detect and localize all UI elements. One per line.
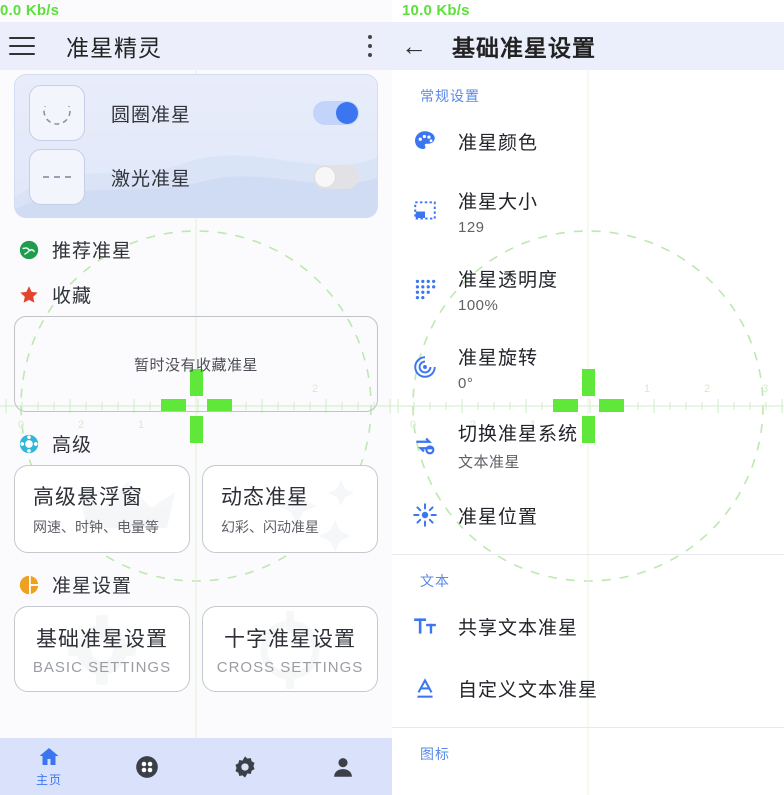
- letter-a-icon: [392, 675, 458, 701]
- home-icon: [39, 748, 59, 765]
- setting-row-crosshair-rotation[interactable]: 准星旋转 0°: [392, 328, 784, 406]
- group-divider: [392, 727, 784, 728]
- swap-arrows-icon: [392, 432, 458, 458]
- setting-row-crosshair-opacity[interactable]: 准星透明度 100%: [392, 250, 784, 328]
- favorites-empty-card: 暂时没有收藏准星: [14, 316, 378, 412]
- right-pane-basic-settings: 10.0 Kb/s ← 基础准星设置 0 2 1 1 2 3 常规设置 准星颜色…: [392, 0, 784, 795]
- card-title: 基础准星设置: [36, 627, 168, 651]
- person-icon: [334, 757, 352, 777]
- section-label-advanced: 高级: [52, 435, 93, 456]
- gear-icon: [235, 755, 255, 778]
- dual-pane-screenshot: 0.0 Kb/s 准星精灵 0 2 1 2 圆圈准星 激光准星 推荐准星 收藏 …: [0, 0, 784, 795]
- setting-title: 准星颜色: [458, 132, 539, 154]
- card-subtitle: 幻彩、闪动准星: [221, 519, 319, 535]
- setting-row-crosshair-size[interactable]: 准星大小 129: [392, 172, 784, 250]
- advanced-cards-row: 高级悬浮窗 网速、时钟、电量等 动态准星 幻彩、闪动准星: [14, 465, 378, 553]
- left-scroll-content: 圆圈准星 激光准星 推荐准星 收藏 暂时没有收藏准星 高级 高级悬浮窗 网速、时…: [0, 70, 392, 795]
- card-title: 动态准星: [221, 486, 309, 509]
- dashed-line-icon: [29, 149, 85, 205]
- game-disc-icon: [136, 755, 158, 778]
- section-label-crosshair-settings: 准星设置: [52, 576, 133, 597]
- card-subtitle: 网速、时钟、电量等: [33, 519, 159, 535]
- setting-title: 准星透明度: [458, 269, 559, 291]
- setting-row-switch-system[interactable]: 切换准星系统 文本准星: [392, 406, 784, 484]
- right-app-bar: ← 基础准星设置: [392, 22, 784, 70]
- settings-cards-row: 基础准星设置 BASIC SETTINGS 十字准星设置 CROSS SETTI…: [14, 606, 378, 692]
- setting-title: 准星旋转: [458, 347, 539, 369]
- setting-value: 100%: [458, 296, 499, 314]
- group-label-general: 常规设置: [420, 88, 480, 104]
- nav-item-profile[interactable]: [294, 754, 392, 780]
- nav-label-home: 主页: [35, 773, 62, 787]
- network-speed-right: 10.0 Kb/s: [402, 2, 470, 19]
- kebab-menu-icon[interactable]: [348, 24, 392, 68]
- dot-grid-icon: [392, 276, 458, 302]
- card-title: 高级悬浮窗: [33, 486, 143, 509]
- preset-row-laser[interactable]: 激光准星: [15, 145, 377, 209]
- palette-icon: [392, 128, 458, 154]
- page-title: 基础准星设置: [452, 35, 596, 61]
- section-advanced[interactable]: 高级: [18, 430, 392, 457]
- setting-title: 切换准星系统: [458, 423, 579, 445]
- sunburst-icon: [392, 502, 458, 528]
- section-favorites[interactable]: 收藏: [18, 281, 392, 308]
- nav-item-home[interactable]: 主页: [0, 745, 98, 788]
- setting-row-crosshair-color[interactable]: 准星颜色: [392, 110, 784, 172]
- left-pane-home: 0.0 Kb/s 准星精灵 0 2 1 2 圆圈准星 激光准星 推荐准星 收藏 …: [0, 0, 392, 795]
- card-basic-settings[interactable]: 基础准星设置 BASIC SETTINGS: [14, 606, 190, 692]
- setting-title: 共享文本准星: [458, 617, 579, 639]
- card-title: 十字准星设置: [224, 627, 356, 651]
- left-app-bar: 准星精灵: [0, 22, 392, 70]
- setting-value: 文本准星: [458, 453, 521, 471]
- card-dynamic-crosshair[interactable]: 动态准星 幻彩、闪动准星: [202, 465, 378, 553]
- preset-label-circle: 圆圈准星: [111, 104, 192, 126]
- preset-row-circle[interactable]: 圆圈准星: [15, 81, 377, 145]
- bottom-navigation-bar: 主页: [0, 738, 392, 795]
- advanced-control-icon: [19, 434, 39, 453]
- nav-item-games[interactable]: [98, 754, 196, 780]
- hamburger-menu-icon[interactable]: [0, 24, 44, 68]
- star-icon: [20, 285, 38, 303]
- setting-title: 准星位置: [458, 506, 539, 528]
- preset-label-laser: 激光准星: [111, 168, 192, 190]
- group-label-icon: 图标: [420, 746, 450, 762]
- globe-icon: [19, 240, 39, 259]
- card-cross-settings[interactable]: 十字准星设置 CROSS SETTINGS: [202, 606, 378, 692]
- card-subtitle: BASIC SETTINGS: [32, 658, 172, 676]
- section-label-recommended: 推荐准星: [52, 241, 133, 262]
- page-title: 准星精灵: [66, 35, 162, 61]
- setting-value: 0°: [458, 374, 474, 392]
- section-crosshair-settings[interactable]: 准星设置: [18, 571, 392, 598]
- toggle-circle-crosshair[interactable]: [313, 101, 359, 125]
- group-label-text: 文本: [420, 573, 450, 589]
- setting-title: 准星大小: [458, 191, 539, 213]
- crosshair-preset-card: 圆圈准星 激光准星: [14, 74, 378, 218]
- nav-item-settings[interactable]: [196, 754, 294, 780]
- text-format-icon: [392, 613, 458, 639]
- setting-title: 自定义文本准星: [458, 679, 599, 701]
- right-scroll-content: 常规设置 准星颜色 准星大小 129 准星透明度 100% 准星旋转 0° 切换…: [392, 70, 784, 795]
- card-advanced-overlay[interactable]: 高级悬浮窗 网速、时钟、电量等: [14, 465, 190, 553]
- favorites-empty-text: 暂时没有收藏准星: [133, 356, 258, 374]
- group-divider: [392, 554, 784, 555]
- setting-row-crosshair-position[interactable]: 准星位置: [392, 484, 784, 546]
- setting-value: 129: [458, 218, 485, 236]
- resize-box-icon: [392, 198, 458, 224]
- pie-icon: [19, 575, 40, 594]
- toggle-laser-crosshair[interactable]: [313, 165, 359, 189]
- back-arrow-icon[interactable]: ←: [392, 24, 436, 68]
- section-recommended[interactable]: 推荐准星: [18, 236, 392, 263]
- target-spiral-icon: [392, 354, 458, 380]
- section-label-favorites: 收藏: [52, 286, 93, 307]
- setting-row-custom-text-crosshair[interactable]: 自定义文本准星: [392, 657, 784, 719]
- network-speed-left: 0.0 Kb/s: [0, 2, 60, 19]
- setting-row-share-text-crosshair[interactable]: 共享文本准星: [392, 595, 784, 657]
- card-subtitle: CROSS SETTINGS: [216, 658, 364, 676]
- dashed-circle-icon: [29, 85, 85, 141]
